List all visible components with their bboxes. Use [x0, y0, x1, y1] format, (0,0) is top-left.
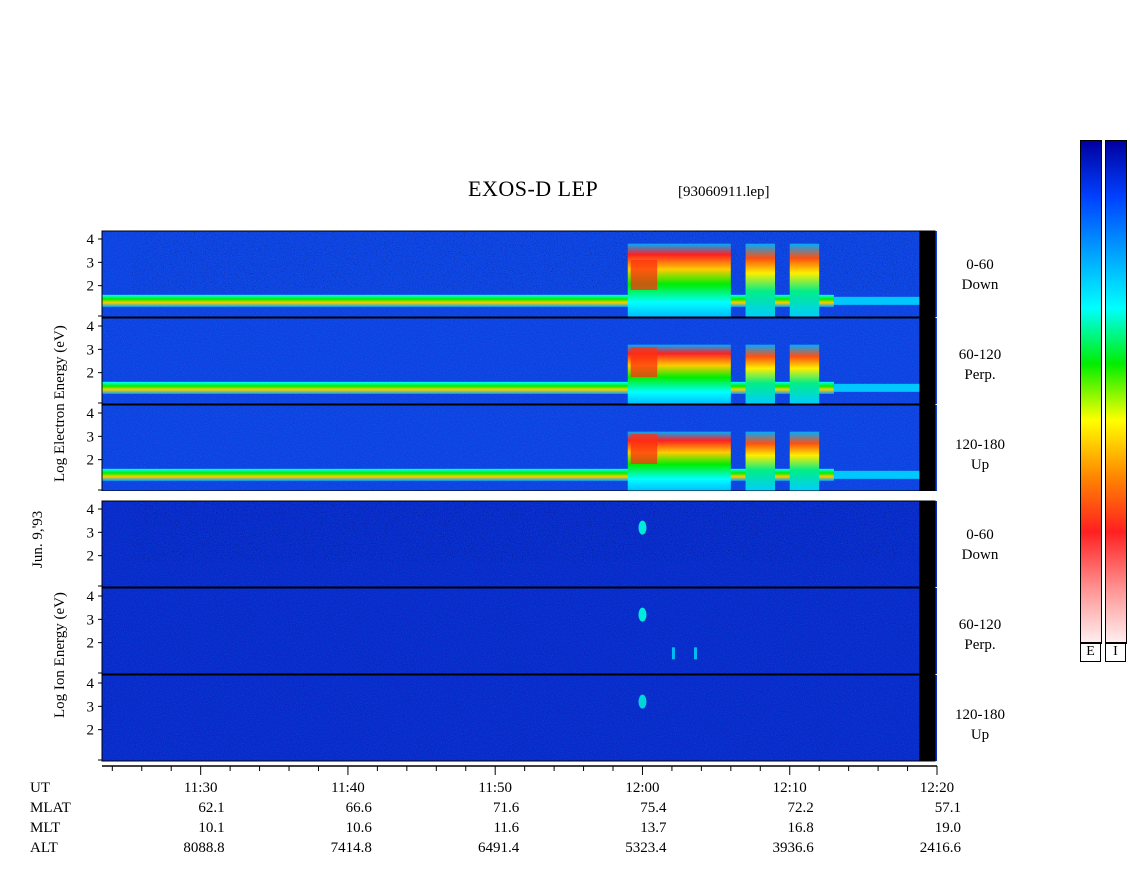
electron-burst-core	[630, 434, 658, 464]
colorbar-ion	[1105, 140, 1127, 644]
row-label-ut: UT	[30, 780, 50, 796]
panel-label-i-up: 120-180 Up	[940, 705, 1020, 745]
ion-feature-streak	[671, 647, 675, 660]
y-tick-label: 4	[87, 502, 95, 518]
colorbar-electron	[1080, 140, 1102, 644]
panel-direction: Perp.	[964, 367, 996, 383]
panel-range: 0-60	[966, 527, 994, 543]
ephemeris-mlat-value: 72.2	[787, 800, 814, 816]
panel-label-i-down: 0-60 Down	[940, 525, 1020, 565]
panel-direction: Up	[970, 457, 990, 473]
ephemeris-mlt-value: 16.8	[787, 820, 814, 836]
ephemeris-ut-value: 11:50	[478, 780, 512, 796]
ephemeris-mlat-value: 57.1	[934, 800, 961, 816]
panel-label-i-perp: 60-120 Perp.	[940, 615, 1020, 655]
y-tick-label: 2	[87, 636, 95, 652]
panel-nodata-i-down	[919, 501, 935, 587]
ephemeris-alt-value: 7414.8	[330, 840, 372, 856]
group-gap	[100, 491, 939, 500]
y-tick-label: 4	[87, 676, 95, 692]
y-tick-label: 3	[87, 525, 95, 541]
ephemeris-mlat-value: 66.6	[345, 800, 372, 816]
ion-feature-12-00	[638, 607, 647, 622]
ephemeris-alt-value: 5323.4	[625, 840, 667, 856]
y-tick-label: 2	[87, 549, 95, 565]
electron-burst-region	[745, 344, 776, 404]
y-tick-label: 3	[87, 699, 95, 715]
y-tick-label: 3	[87, 429, 95, 445]
y-tick-label: 2	[87, 453, 95, 469]
panel-noise-i-up	[102, 675, 920, 761]
ephemeris-mlt-value: 10.6	[345, 820, 372, 836]
electron-burst-core	[630, 347, 658, 377]
panel-direction: Down	[961, 277, 999, 293]
ephemeris-ut-value: 12:10	[772, 780, 807, 796]
panel-noise-i-perp	[102, 588, 920, 674]
ephemeris-mlt-value: 13.7	[640, 820, 667, 836]
panel-nodata-e-perp	[919, 318, 935, 404]
ephemeris-ut-value: 12:00	[625, 780, 660, 796]
electron-burst-region	[789, 431, 820, 491]
y-tick-label: 3	[87, 612, 95, 628]
panel-range: 120-180	[955, 437, 1005, 453]
panel-label-e-perp: 60-120 Perp.	[940, 345, 1020, 385]
ephemeris-mlt-value: 11.6	[493, 820, 520, 836]
electron-burst-region	[789, 344, 820, 404]
electron-low-energy-band-late	[833, 383, 920, 392]
y-tick-label: 3	[87, 255, 95, 271]
ephemeris-ut-value: 12:20	[919, 780, 955, 796]
ephemeris-mlt-value: 10.1	[198, 820, 225, 836]
panel-nodata-i-perp	[919, 588, 935, 674]
y-tick-label: 4	[87, 232, 95, 248]
ion-energy-axis-label: Log Ion Energy (eV)	[52, 592, 68, 718]
panel-nodata-i-up	[919, 675, 935, 761]
electron-burst-region	[745, 431, 776, 491]
ephemeris-ut-value: 11:40	[331, 780, 365, 796]
row-label-mlat: MLAT	[30, 800, 71, 816]
colorbar-label-ion: I	[1105, 642, 1126, 662]
ephemeris-mlat-value: 71.6	[492, 800, 520, 816]
row-label-mlt: MLT	[30, 820, 61, 836]
y-tick-label: 2	[87, 279, 95, 295]
panel-label-e-down: 0-60 Down	[940, 255, 1020, 295]
ephemeris-mlt-value: 19.0	[934, 820, 961, 836]
panel-direction: Perp.	[964, 637, 996, 653]
ephemeris-alt-value: 2416.6	[919, 840, 961, 856]
ephemeris-ut-value: 11:30	[183, 780, 218, 796]
panel-direction: Down	[961, 547, 999, 563]
electron-burst-core	[630, 260, 658, 290]
ephemeris-mlat-value: 75.4	[640, 800, 667, 816]
y-tick-label: 4	[87, 406, 95, 422]
ephemeris-alt-value: 6491.4	[477, 840, 520, 856]
y-tick-label: 2	[87, 366, 95, 382]
y-tick-label: 4	[87, 589, 95, 605]
ion-feature-streak	[694, 647, 698, 660]
panel-dropouts-i-down	[132, 501, 920, 562]
row-label-alt: ALT	[30, 840, 58, 856]
ion-feature-12-00	[638, 694, 647, 709]
ephemeris-alt-value: 3936.6	[772, 840, 814, 856]
electron-energy-axis-label: Log Electron Energy (eV)	[52, 325, 68, 482]
panel-nodata-e-up	[919, 405, 935, 491]
colorbar-label-electron: E	[1080, 642, 1101, 662]
y-tick-label: 2	[87, 723, 95, 739]
y-tick-label: 4	[87, 319, 95, 335]
ion-feature-12-00	[638, 520, 647, 535]
panel-nodata-e-down	[919, 231, 935, 317]
y-tick-label: 3	[87, 342, 95, 358]
ephemeris-mlat-value: 62.1	[198, 800, 225, 816]
electron-burst-region	[789, 243, 820, 317]
panel-range: 60-120	[958, 617, 1002, 633]
panel-range: 0-60	[966, 257, 994, 273]
panel-range: 120-180	[955, 707, 1005, 723]
panel-direction: Up	[970, 727, 990, 743]
electron-burst-region	[745, 243, 776, 317]
panel-label-e-up: 120-180 Up	[940, 435, 1020, 475]
panel-range: 60-120	[958, 347, 1002, 363]
date-label: Jun. 9,'93	[30, 510, 46, 568]
electron-low-energy-band-late	[833, 296, 920, 305]
electron-low-energy-band-late	[833, 470, 920, 479]
ephemeris-alt-value: 8088.8	[183, 840, 225, 856]
